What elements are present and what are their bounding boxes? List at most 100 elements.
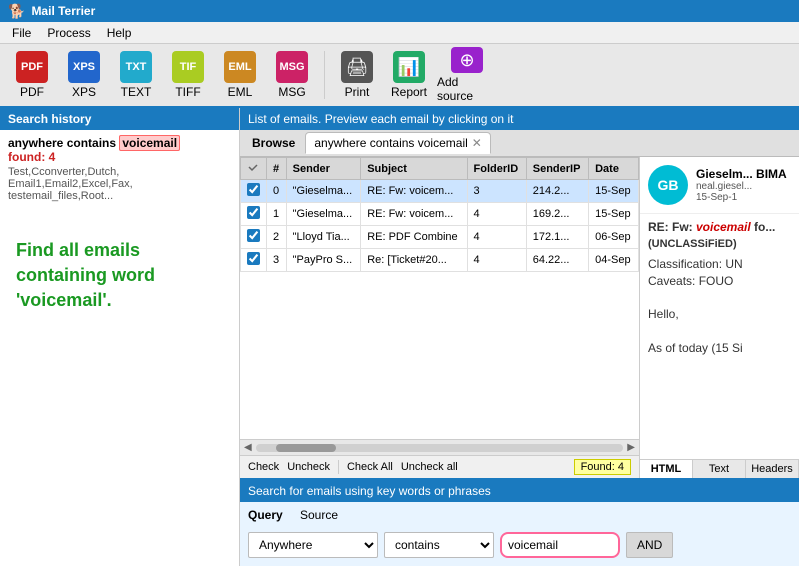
row-num: 1 <box>267 203 287 226</box>
toolbar-report-button[interactable]: 📊 Report <box>385 47 433 103</box>
row-senderip: 214.2... <box>526 180 588 203</box>
report-label: Report <box>391 85 427 99</box>
search-history-header: Search history <box>0 108 239 130</box>
row-subject: RE: PDF Combine <box>361 226 467 249</box>
history-query: anywhere contains voicemail <box>8 136 231 150</box>
text-icon: TXT <box>120 51 152 83</box>
row-folderid: 4 <box>467 203 526 226</box>
row-sender: "Lloyd Tia... <box>286 226 361 249</box>
preview-tab-headers[interactable]: Headers <box>746 460 799 478</box>
row-num: 2 <box>267 226 287 249</box>
col-date[interactable]: Date <box>589 158 639 180</box>
left-panel: Search history anywhere contains voicema… <box>0 108 240 566</box>
toolbar-pdf-button[interactable]: PDF PDF <box>8 47 56 103</box>
preview-name: Gieselm... BIMA <box>696 167 787 181</box>
toolbar-tiff-button[interactable]: TIF TIFF <box>164 47 212 103</box>
preview-tab-text[interactable]: Text <box>693 460 746 478</box>
preview-panel: GB Gieselm... BIMA neal.giesel... 15-Sep… <box>639 157 799 478</box>
condition-select[interactable]: contains does not contain starts with en… <box>384 532 494 558</box>
col-num[interactable]: # <box>267 158 287 180</box>
preview-date: 15-Sep-1 <box>696 192 787 203</box>
row-date: 15-Sep <box>589 203 639 226</box>
text-label: TEXT <box>121 85 152 99</box>
msg-label: MSG <box>278 85 305 99</box>
search-fields: Anywhere Subject Sender Recipient Body c… <box>240 528 799 566</box>
print-icon: 🖨 <box>341 51 373 83</box>
found-badge: Found: 4 <box>574 459 631 475</box>
row-checkbox[interactable] <box>241 180 267 203</box>
right-panel: List of emails. Preview each email by cl… <box>240 108 799 566</box>
row-date: 15-Sep <box>589 180 639 203</box>
preview-body-text: Classification: UNCaveats: FOUO Hello, A… <box>648 256 791 357</box>
preview-contact-info: Gieselm... BIMA neal.giesel... 15-Sep-1 <box>696 167 787 203</box>
history-found: found: 4 <box>8 150 231 164</box>
scroll-track[interactable] <box>256 444 624 452</box>
toolbar-text-button[interactable]: TXT TEXT <box>112 47 160 103</box>
row-folderid: 3 <box>467 180 526 203</box>
table-row[interactable]: 1 "Gieselma... RE: Fw: voicem... 4 169.2… <box>241 203 639 226</box>
scroll-left-icon[interactable]: ◀ <box>244 442 252 453</box>
search-labels-row: Query Source <box>240 502 799 528</box>
menu-file[interactable]: File <box>4 24 39 42</box>
toolbar-print-button[interactable]: 🖨 Print <box>333 47 381 103</box>
xps-icon: XPS <box>68 51 100 83</box>
eml-label: EML <box>228 85 253 99</box>
email-list-header: List of emails. Preview each email by cl… <box>240 108 799 130</box>
row-sender: "Gieselma... <box>286 180 361 203</box>
row-senderip: 169.2... <box>526 203 588 226</box>
xps-label: XPS <box>72 85 96 99</box>
tab-close-icon[interactable]: ✕ <box>472 136 482 150</box>
col-check <box>241 158 267 180</box>
row-folderid: 4 <box>467 226 526 249</box>
table-row[interactable]: 0 "Gieselma... RE: Fw: voicem... 3 214.2… <box>241 180 639 203</box>
app-icon: 🐕 <box>8 3 25 20</box>
row-checkbox[interactable] <box>241 203 267 226</box>
toolbar-add-source-button[interactable]: ⊕ Add source <box>437 47 497 103</box>
search-panel: Search for emails using key words or phr… <box>240 478 799 566</box>
scroll-thumb[interactable] <box>276 444 336 452</box>
col-senderip[interactable]: SenderIP <box>526 158 588 180</box>
col-folderid[interactable]: FolderID <box>467 158 526 180</box>
email-list-area: List of emails. Preview each email by cl… <box>240 108 799 478</box>
menu-process[interactable]: Process <box>39 24 98 42</box>
search-panel-header: Search for emails using key words or phr… <box>240 480 799 502</box>
row-checkbox[interactable] <box>241 249 267 272</box>
history-files: Test,Cconverter,Dutch,Email1,Email2,Exce… <box>8 166 231 202</box>
uncheck-all-button[interactable]: Uncheck all <box>401 461 458 473</box>
menu-bar: File Process Help <box>0 22 799 44</box>
app-title: Mail Terrier <box>31 4 95 18</box>
check-bar: Check Uncheck Check All Uncheck all Foun… <box>240 455 639 478</box>
find-text-annotation: Find all emailscontaining word'voicemail… <box>0 208 239 344</box>
toolbar-xps-button[interactable]: XPS XPS <box>60 47 108 103</box>
row-checkbox[interactable] <box>241 226 267 249</box>
toolbar-msg-button[interactable]: MSG MSG <box>268 47 316 103</box>
and-button[interactable]: AND <box>626 532 673 558</box>
table-row[interactable]: 3 "PayPro S... Re: [Ticket#20... 4 64.22… <box>241 249 639 272</box>
search-value-input[interactable] <box>500 532 620 558</box>
scroll-right-icon[interactable]: ▶ <box>627 442 635 453</box>
preview-tab-html[interactable]: HTML <box>640 460 693 478</box>
menu-help[interactable]: Help <box>99 24 140 42</box>
preview-header: GB Gieselm... BIMA neal.giesel... 15-Sep… <box>640 157 799 214</box>
row-senderip: 64.22... <box>526 249 588 272</box>
uncheck-button[interactable]: Uncheck <box>287 461 330 473</box>
row-date: 04-Sep <box>589 249 639 272</box>
history-item[interactable]: anywhere contains voicemail found: 4 Tes… <box>0 130 239 208</box>
check-button[interactable]: Check <box>248 461 279 473</box>
source-select[interactable]: Anywhere Subject Sender Recipient Body <box>248 532 378 558</box>
row-num: 3 <box>267 249 287 272</box>
toolbar: PDF PDF XPS XPS TXT TEXT TIF TIFF EML EM… <box>0 44 799 108</box>
tiff-label: TIFF <box>175 85 200 99</box>
check-all-button[interactable]: Check All <box>347 461 393 473</box>
table-row[interactable]: 2 "Lloyd Tia... RE: PDF Combine 4 172.1.… <box>241 226 639 249</box>
col-subject[interactable]: Subject <box>361 158 467 180</box>
row-sender: "Gieselma... <box>286 203 361 226</box>
msg-icon: MSG <box>276 51 308 83</box>
toolbar-eml-button[interactable]: EML EML <box>216 47 264 103</box>
horizontal-scrollbar[interactable]: ◀ ▶ <box>240 439 639 455</box>
col-sender[interactable]: Sender <box>286 158 361 180</box>
preview-body: RE: Fw: voicemail fo... (UNCLASSiFiED) C… <box>640 214 799 459</box>
tab-label: anywhere contains voicemail <box>314 136 467 150</box>
search-tab[interactable]: anywhere contains voicemail ✕ <box>305 132 490 154</box>
tiff-icon: TIF <box>172 51 204 83</box>
